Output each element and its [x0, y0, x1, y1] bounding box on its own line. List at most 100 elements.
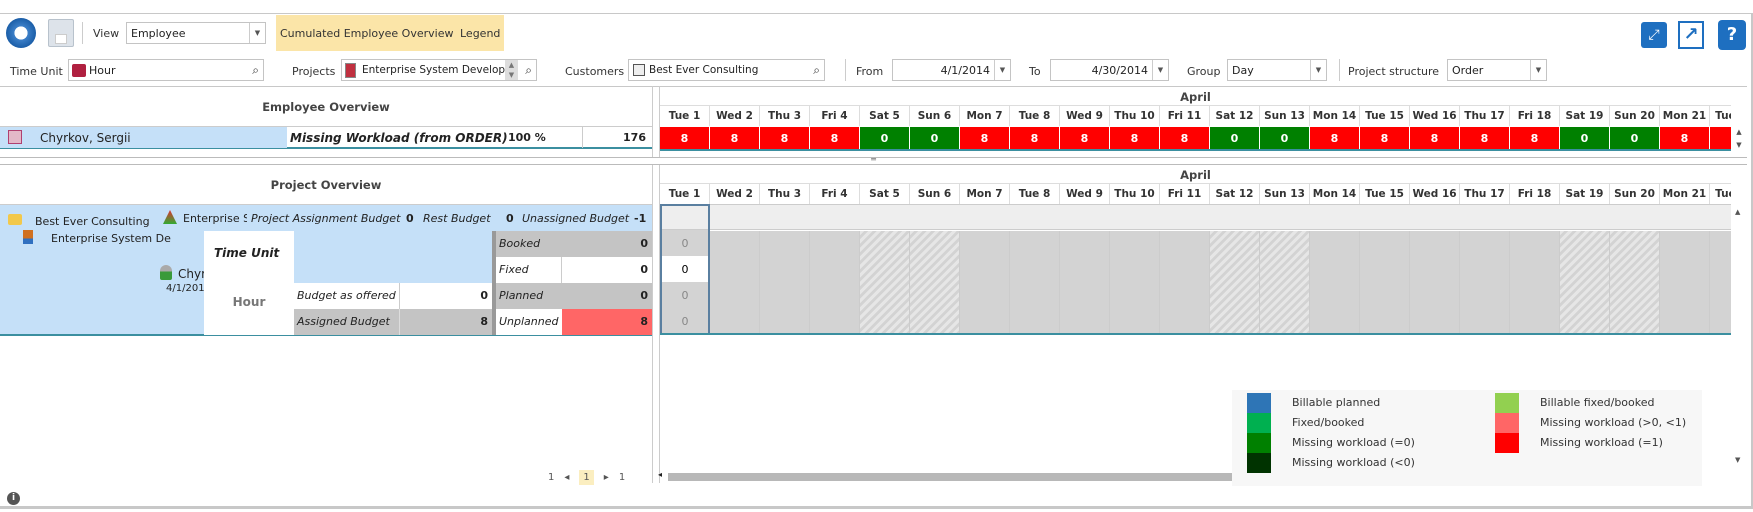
schedule-cell[interactable] [1460, 231, 1510, 335]
workload-cell[interactable]: 0 [1210, 127, 1260, 149]
project-structure-select[interactable]: Order ▼ [1447, 59, 1547, 81]
next-page-icon[interactable]: ▸ [604, 472, 609, 483]
schedule-cell[interactable] [860, 231, 910, 335]
user-icon [160, 265, 172, 280]
project-icon [345, 63, 356, 78]
schedule-cell[interactable] [1310, 231, 1360, 335]
chevron-down-icon: ▼ [994, 60, 1010, 80]
workload-cell[interactable]: 8 [960, 127, 1010, 149]
day-value-cell[interactable]: 0 [662, 308, 708, 334]
divider [1339, 59, 1340, 81]
workload-cell[interactable]: 0 [1260, 127, 1310, 149]
workload-cell[interactable]: 8 [1410, 127, 1460, 149]
view-select[interactable]: Employee ▼ [126, 22, 266, 44]
day-value-cell[interactable]: 0 [662, 256, 708, 282]
time-unit-input[interactable]: Hour ⌕ [68, 59, 264, 81]
day-header: Thu 3 [760, 106, 810, 126]
schedule-cell[interactable] [960, 231, 1010, 335]
vertical-scrollbar[interactable]: ▲ ▼ [1731, 204, 1747, 466]
legend-swatch [1247, 393, 1271, 413]
workload-cell[interactable]: 0 [860, 127, 910, 149]
current-page[interactable]: 1 [579, 470, 594, 485]
month-label: April [1180, 168, 1211, 182]
day-header: Sun 6 [910, 106, 960, 126]
day-header: Thu 17 [1460, 106, 1510, 126]
workload-cell[interactable]: 8 [1460, 127, 1510, 149]
schedule-cell[interactable] [1710, 231, 1731, 335]
schedule-cell[interactable] [1560, 231, 1610, 335]
from-date-input[interactable]: 4/1/2014 ▼ [892, 59, 1011, 81]
schedule-cell[interactable] [1060, 231, 1110, 335]
day-value-cell[interactable]: 0 [662, 230, 708, 256]
day-header: Sat 12 [1210, 106, 1260, 126]
horizontal-splitter[interactable]: ═ [0, 156, 1747, 165]
workload-cell[interactable]: 8 [1360, 127, 1410, 149]
save-icon[interactable] [48, 19, 74, 47]
schedule-cell[interactable] [1660, 231, 1710, 335]
schedule-cell[interactable] [1110, 231, 1160, 335]
schedule-cell[interactable] [1210, 231, 1260, 335]
schedule-cell[interactable] [810, 231, 860, 335]
schedule-cell[interactable] [760, 231, 810, 335]
first-page[interactable]: 1 [548, 472, 554, 483]
workload-cell[interactable]: 0 [910, 127, 960, 149]
spinner-icon[interactable]: ▲ ▼ [505, 60, 518, 80]
employee-row[interactable]: Chyrkov, Sergii Missing Workload (from O… [0, 126, 652, 149]
workload-cell[interactable]: 8 [810, 127, 860, 149]
workload-cell[interactable]: 8 [1110, 127, 1160, 149]
day-header: Mon 21 [1660, 106, 1710, 126]
from-value: 4/1/2014 [940, 63, 990, 77]
schedule-cell[interactable] [1010, 231, 1060, 335]
workload-cell[interactable]: 8 [760, 127, 810, 149]
to-date-input[interactable]: 4/30/2014 ▼ [1050, 59, 1169, 81]
workload-cell[interactable]: 8 [1160, 127, 1210, 149]
legend-button[interactable]: Legend [456, 15, 505, 51]
projects-value: Enterprise System Developm [362, 64, 516, 76]
workload-cell[interactable]: 8 [1060, 127, 1110, 149]
group-select[interactable]: Day ▼ [1227, 59, 1327, 81]
schedule-cell[interactable] [710, 231, 760, 335]
workload-cell[interactable]: 8 [1510, 127, 1560, 149]
customers-input[interactable]: Best Ever Consulting ⌕ [628, 59, 825, 81]
schedule-cell[interactable] [1610, 231, 1660, 335]
vertical-splitter[interactable] [652, 86, 660, 158]
workload-cell[interactable]: 8 [1710, 127, 1731, 149]
project-row[interactable]: Best Ever Consulting Enterprise S Projec… [0, 204, 652, 336]
workload-cell[interactable]: 8 [1010, 127, 1060, 149]
row-underline [660, 333, 1731, 335]
workload-cell[interactable]: 8 [710, 127, 760, 149]
workload-cell[interactable]: 8 [660, 127, 710, 149]
last-page[interactable]: 1 [619, 472, 625, 483]
vertical-scrollbar[interactable]: ▲ ▼ [1731, 126, 1747, 156]
schedule-cell[interactable] [1160, 231, 1210, 335]
schedule-cell[interactable] [1260, 231, 1310, 335]
day-header: Sun 20 [1610, 184, 1660, 204]
schedule-cell[interactable] [910, 231, 960, 335]
help-icon[interactable]: ? [1718, 20, 1746, 50]
fullscreen-icon[interactable]: ⤢ [1641, 22, 1667, 48]
schedule-cell[interactable] [1360, 231, 1410, 335]
info-icon[interactable]: i [7, 492, 20, 505]
booked-label: Booked [499, 237, 541, 250]
workload-cell[interactable]: 0 [1610, 127, 1660, 149]
schedule-cell[interactable] [1510, 231, 1560, 335]
export-icon[interactable]: ↗ [1678, 21, 1704, 49]
day-header: Sun 13 [1260, 184, 1310, 204]
refresh-icon[interactable] [6, 18, 36, 48]
workload-cell[interactable]: 8 [1660, 127, 1710, 149]
workload-cell[interactable]: 0 [1560, 127, 1610, 149]
search-icon[interactable]: ⌕ [252, 63, 259, 78]
cumulated-overview-button[interactable]: Cumulated Employee Overview [276, 15, 458, 51]
prev-page-icon[interactable]: ◂ [564, 472, 569, 483]
to-value: 4/30/2014 [1091, 63, 1148, 77]
legend-swatch [1247, 433, 1271, 453]
horizontal-scrollbar[interactable]: ◂ [658, 470, 1232, 482]
schedule-cell[interactable] [1410, 231, 1460, 335]
projects-input[interactable]: Enterprise System Developm ▲ ▼ ⌕ [341, 59, 537, 81]
search-icon[interactable]: ⌕ [525, 63, 532, 78]
workload-cell[interactable]: 8 [1310, 127, 1360, 149]
vertical-splitter[interactable] [652, 165, 660, 483]
day-value-cell[interactable]: 0 [662, 282, 708, 308]
search-icon[interactable]: ⌕ [813, 63, 820, 78]
unassigned-budget-value: -1 [634, 212, 647, 225]
